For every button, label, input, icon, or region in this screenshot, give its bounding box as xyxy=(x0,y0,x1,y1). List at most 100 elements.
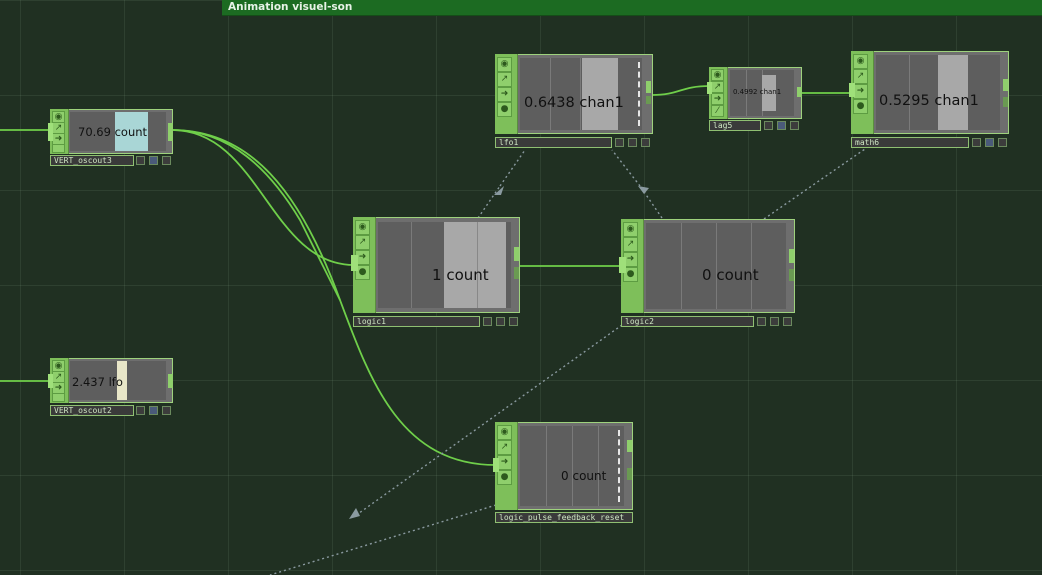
node-viewer: 0 count xyxy=(520,426,624,506)
export-arrow-up-left xyxy=(494,186,504,195)
node-channel: lfo xyxy=(108,375,123,389)
lock-flag-icon[interactable] xyxy=(52,393,65,402)
bypass-flag-icon[interactable]: ↗ xyxy=(497,440,512,455)
display-flag-icon[interactable]: ➜ xyxy=(497,87,512,102)
output-connector-secondary[interactable] xyxy=(514,267,519,279)
node-value: 70.69 xyxy=(78,125,111,139)
display-flag-icon[interactable]: ➜ xyxy=(711,93,724,105)
export-lfo1-a xyxy=(499,149,526,187)
node-math6[interactable]: ◉ ↗ ➜ ● 0.5295 chan1 math6 xyxy=(849,51,1009,149)
node-logic2[interactable]: ◉ ↗ ➜ ● 0 count logic2 xyxy=(619,219,795,327)
node-logic1[interactable]: ◉ ↗ ➜ ● 1 count logic1 xyxy=(351,217,520,327)
input-connector[interactable] xyxy=(351,255,358,271)
output-connector-secondary[interactable] xyxy=(1003,97,1008,107)
output-connector[interactable] xyxy=(1003,79,1008,91)
node-clone-button[interactable] xyxy=(496,317,505,326)
bypass-flag-icon[interactable]: ↗ xyxy=(853,69,868,84)
node-pin-button[interactable] xyxy=(162,156,171,165)
node-name-label[interactable]: VERT_oscout3 xyxy=(50,155,134,166)
node-clone-button[interactable] xyxy=(628,138,637,147)
node-cook-button[interactable] xyxy=(972,138,981,147)
input-connector[interactable] xyxy=(849,83,855,97)
node-pin-button[interactable] xyxy=(998,138,1007,147)
output-connector[interactable] xyxy=(168,374,173,388)
node-value: 0.4992 xyxy=(733,88,758,96)
node-pin-button[interactable] xyxy=(509,317,518,326)
node-clone-button[interactable] xyxy=(985,138,994,147)
lock-flag-icon[interactable]: ⁄ xyxy=(711,105,724,117)
export-arrow-down-left xyxy=(349,508,360,519)
viewer-flag-icon[interactable]: ◉ xyxy=(355,220,370,235)
node-cook-button[interactable] xyxy=(615,138,624,147)
node-viewer: 70.69 count xyxy=(70,112,166,151)
output-connector[interactable] xyxy=(514,247,519,261)
node-pin-button[interactable] xyxy=(783,317,792,326)
lock-flag-icon[interactable]: ● xyxy=(853,99,868,114)
lock-flag-icon[interactable]: ● xyxy=(497,470,512,485)
node-vert-oscout2[interactable]: ◉ ↗ ➜ 2.437 lfo VERT_oscout2 xyxy=(48,358,173,416)
output-connector[interactable] xyxy=(789,249,794,263)
input-connector[interactable] xyxy=(619,257,626,273)
export-logic2-math6 xyxy=(763,148,866,220)
node-pin-button[interactable] xyxy=(162,406,171,415)
output-connector[interactable] xyxy=(646,81,651,93)
node-cook-button[interactable] xyxy=(764,121,773,130)
viewer-flag-icon[interactable]: ◉ xyxy=(623,222,638,237)
node-viewer: 1 count xyxy=(378,222,511,308)
viewer-flag-icon[interactable]: ◉ xyxy=(497,57,512,72)
input-connector[interactable] xyxy=(48,123,53,141)
export-pulse-down xyxy=(269,504,497,575)
node-clone-button[interactable] xyxy=(777,121,786,130)
lock-flag-icon[interactable]: ● xyxy=(497,102,512,117)
node-cook-button[interactable] xyxy=(136,156,145,165)
input-connector[interactable] xyxy=(493,458,499,472)
node-lfo1[interactable]: ◉ ↗ ➜ ● 0.6438 chan1 lfo1 xyxy=(495,54,653,149)
node-cook-button[interactable] xyxy=(136,406,145,415)
output-connector-secondary[interactable] xyxy=(646,96,651,104)
node-name-label[interactable]: VERT_oscout2 xyxy=(50,405,134,416)
output-connector-secondary[interactable] xyxy=(789,269,794,281)
node-viewer: 0 count xyxy=(646,223,786,309)
export-logic1-lfo1 xyxy=(477,185,501,219)
viewer-flag-icon[interactable]: ◉ xyxy=(853,54,868,69)
node-lag5[interactable]: ◉ ↗ ➜ ⁄ 0.4992 chan1 lag5 xyxy=(707,67,802,131)
node-value: 0.6438 xyxy=(524,95,575,111)
bypass-flag-icon[interactable]: ↗ xyxy=(355,235,370,250)
node-logic-pulse-feedback-reset[interactable]: ◉ ↗ ➜ ● 0 count logic_pulse_feedback_res… xyxy=(493,422,633,524)
node-name-label[interactable]: lag5 xyxy=(709,120,761,131)
node-name-label[interactable]: lfo1 xyxy=(495,137,612,148)
lock-flag-icon[interactable] xyxy=(52,144,65,153)
export-lfo1-b xyxy=(611,149,641,187)
display-flag-icon[interactable]: ➜ xyxy=(497,455,512,470)
node-channel: chan1 xyxy=(759,88,782,96)
export-arrow-up-right xyxy=(638,186,649,194)
output-connector-secondary[interactable] xyxy=(627,468,632,480)
output-connector[interactable] xyxy=(168,123,173,141)
node-channel: count xyxy=(572,469,607,483)
node-viewer: 0.5295 chan1 xyxy=(876,55,1000,130)
node-name-label[interactable]: logic1 xyxy=(353,316,480,327)
node-viewer: 0.4992 chan1 xyxy=(730,70,794,116)
input-connector[interactable] xyxy=(48,374,53,388)
node-pin-button[interactable] xyxy=(641,138,650,147)
bypass-flag-icon[interactable]: ↗ xyxy=(497,72,512,87)
node-clone-button[interactable] xyxy=(149,406,158,415)
node-cook-button[interactable] xyxy=(483,317,492,326)
viewer-flag-icon[interactable]: ◉ xyxy=(497,425,512,440)
node-value: 0.5295 xyxy=(879,93,930,109)
node-name-label[interactable]: math6 xyxy=(851,137,969,148)
bypass-flag-icon[interactable]: ↗ xyxy=(711,81,724,93)
node-pin-button[interactable] xyxy=(790,121,799,130)
output-connector[interactable] xyxy=(627,440,632,452)
display-flag-icon[interactable]: ➜ xyxy=(853,84,868,99)
node-vert-oscout3[interactable]: ◉ ↗ ➜ 70.69 count VERT_oscout3 xyxy=(48,109,173,167)
input-connector[interactable] xyxy=(707,82,712,94)
bypass-flag-icon[interactable]: ↗ xyxy=(623,237,638,252)
output-connector[interactable] xyxy=(797,87,802,97)
viewer-flag-icon[interactable]: ◉ xyxy=(711,69,724,81)
node-name-label[interactable]: logic2 xyxy=(621,316,754,327)
node-cook-button[interactable] xyxy=(757,317,766,326)
node-clone-button[interactable] xyxy=(770,317,779,326)
node-name-label[interactable]: logic_pulse_feedback_reset xyxy=(495,512,633,523)
node-clone-button[interactable] xyxy=(149,156,158,165)
